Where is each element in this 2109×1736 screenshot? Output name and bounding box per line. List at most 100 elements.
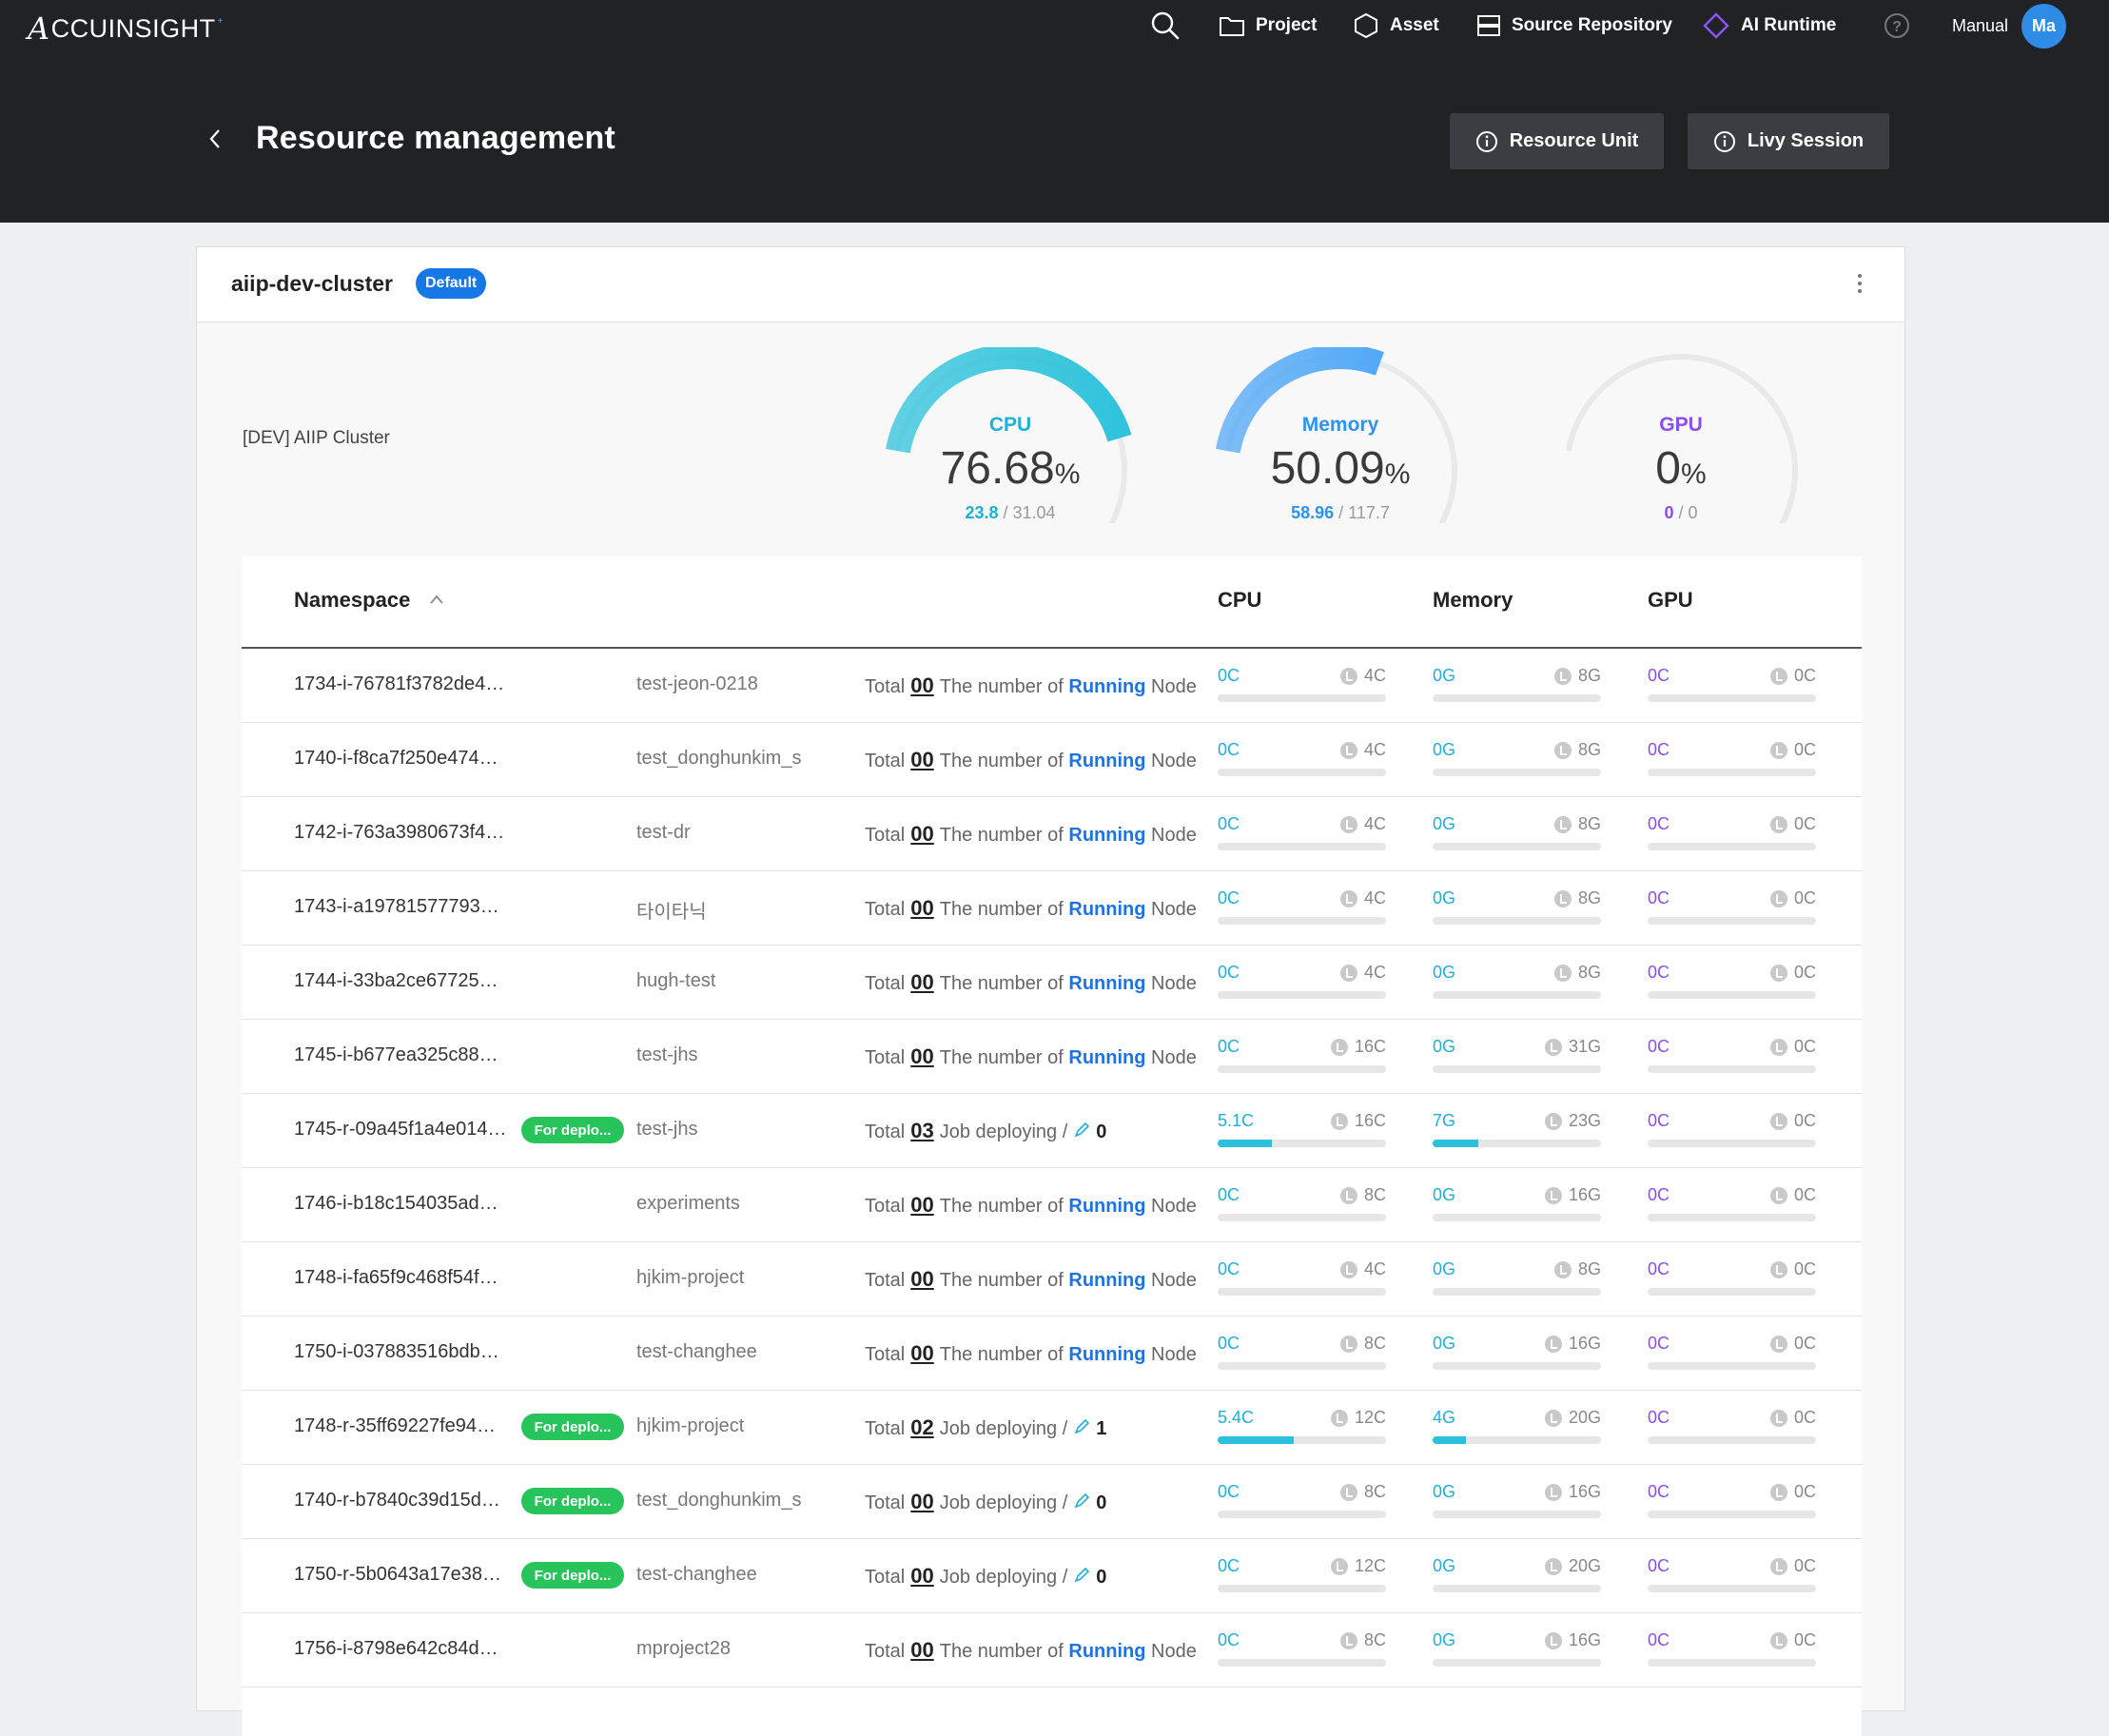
manual-link[interactable]: Manual <box>1952 16 2008 36</box>
mem-used: 0G <box>1433 814 1456 833</box>
total-count[interactable]: 00 <box>910 896 933 920</box>
limit-icon <box>1339 1260 1357 1278</box>
namespace-id[interactable]: 1734-i-76781f3782de4… <box>294 673 504 695</box>
table-row[interactable]: 1746-i-b18c154035ad… experiments Total 00 Th… <box>242 1168 1862 1242</box>
mem-usage-bar <box>1433 1065 1601 1073</box>
table-row[interactable]: 1745-r-09a45f1a4e014… For deplo... test-jh… <box>242 1094 1862 1168</box>
total-count[interactable]: 00 <box>910 748 933 771</box>
namespace-id[interactable]: 1740-r-b7840c39d15d… <box>294 1490 500 1512</box>
deploy-count: 1 <box>1096 1418 1107 1439</box>
help-button[interactable]: ? <box>1884 6 1921 46</box>
table-row[interactable]: 1742-i-763a3980673f4… test-dr Total 00 The n… <box>242 797 1862 871</box>
nav-ai-runtime[interactable]: AI Runtime <box>1702 6 1836 46</box>
namespace-id[interactable]: 1740-i-f8ca7f250e474… <box>294 748 498 770</box>
table-row[interactable]: 1750-r-5b0643a17e38… For deplo... test-cha… <box>242 1539 1862 1613</box>
cluster-name: aiip-dev-cluster <box>231 271 393 296</box>
nav-project-label: Project <box>1256 15 1318 35</box>
user-menu[interactable]: Manual Ma <box>1952 3 2067 49</box>
back-button[interactable] <box>205 127 227 150</box>
cpu-usage: 0C 4C <box>1218 888 1386 927</box>
mem-usage-fill <box>1433 1140 1478 1147</box>
table-row[interactable]: 1756-i-8798e642c84d… mproject28 Total 00 The… <box>242 1613 1862 1687</box>
limit-icon <box>1544 1409 1562 1427</box>
namespace-id[interactable]: 1745-r-09a45f1a4e014… <box>294 1119 507 1141</box>
cpu-usage-fill <box>1218 1140 1272 1147</box>
total-count[interactable]: 03 <box>910 1119 933 1142</box>
resource-unit-label: Resource Unit <box>1509 130 1639 151</box>
total-count[interactable]: 00 <box>910 970 933 994</box>
namespace-id[interactable]: 1744-i-33ba2ce67725… <box>294 970 498 992</box>
total-count[interactable]: 00 <box>910 1193 933 1217</box>
total-count[interactable]: 00 <box>910 1267 933 1291</box>
table-row[interactable]: 1744-i-33ba2ce67725… hugh-test Total 00 The … <box>242 946 1862 1020</box>
table-row[interactable]: 1750-i-037883516bdb… test-changhee Total 00… <box>242 1317 1862 1391</box>
namespace-id[interactable]: 1748-r-35ff69227fe94… <box>294 1415 496 1437</box>
resource-unit-button[interactable]: Resource Unit <box>1450 113 1664 169</box>
mem-usage-bar <box>1433 1140 1601 1147</box>
search-button[interactable] <box>1150 6 1191 46</box>
namespace-id[interactable]: 1748-i-fa65f9c468f54f… <box>294 1267 498 1289</box>
gpu-used: 0C <box>1648 1037 1670 1056</box>
top-header: A CCUINSIGHT + Project Asset Source Repo… <box>0 0 2109 223</box>
table-row[interactable]: 1734-i-76781f3782de4… test-jeon-0218 Total… <box>242 649 1862 723</box>
nav-project[interactable]: Project <box>1219 6 1317 46</box>
limit-icon <box>1544 1112 1562 1130</box>
table-row[interactable]: 1748-r-35ff69227fe94… For deplo... hjkim-p… <box>242 1391 1862 1465</box>
namespace-id[interactable]: 1750-r-5b0643a17e38… <box>294 1564 501 1586</box>
mem-limit: 16G <box>1544 1630 1601 1650</box>
total-count[interactable]: 00 <box>910 822 933 846</box>
mem-usage: 0G 16G <box>1433 1630 1601 1668</box>
mem-limit: 23G <box>1544 1111 1601 1131</box>
gpu-usage: 0C 0C <box>1648 1408 1816 1446</box>
table-row[interactable]: 1740-r-b7840c39d15d… For deplo... test_don… <box>242 1465 1862 1539</box>
namespace-id[interactable]: 1746-i-b18c154035ad… <box>294 1193 498 1215</box>
for-deploy-badge: For deplo... <box>521 1562 624 1589</box>
cpu-limit: 4C <box>1339 814 1386 834</box>
mem-used: 0G <box>1433 1259 1456 1278</box>
limit-icon <box>1339 1335 1357 1353</box>
limit-icon <box>1553 964 1572 982</box>
mem-used: 0G <box>1433 1482 1456 1501</box>
accuinsight-logo[interactable]: A CCUINSIGHT + <box>28 10 224 48</box>
total-count[interactable]: 02 <box>910 1415 933 1439</box>
table-row[interactable]: 1748-i-fa65f9c468f54f… hjkim-project Total… <box>242 1242 1862 1317</box>
mem-usage: 0G 16G <box>1433 1185 1601 1223</box>
namespace-id[interactable]: 1745-i-b677ea325c88… <box>294 1044 498 1066</box>
sort-ascending-icon[interactable] <box>429 593 444 610</box>
cpu-usage-bar <box>1218 1214 1386 1221</box>
total-count[interactable]: 00 <box>910 1564 933 1588</box>
project-name: experiments <box>636 1193 740 1214</box>
mem-used: 7G <box>1433 1111 1456 1130</box>
namespace-id[interactable]: 1756-i-8798e642c84d… <box>294 1638 498 1660</box>
table-row[interactable]: 1745-i-b677ea325c88… test-jhs Total 00 The n… <box>242 1020 1862 1094</box>
nav-source-repository[interactable]: Source Repository <box>1476 6 1672 46</box>
memory-column-header: Memory <box>1433 588 1513 612</box>
total-count[interactable]: 00 <box>910 1341 933 1365</box>
cpu-gauge-fill <box>886 347 1132 454</box>
total-count[interactable]: 00 <box>910 673 933 697</box>
gpu-usage: 0C 0C <box>1648 1556 1816 1594</box>
namespace-id[interactable]: 1750-i-037883516bdb… <box>294 1341 499 1363</box>
total-count[interactable]: 00 <box>910 1490 933 1513</box>
folder-icon <box>1219 14 1245 37</box>
namespace-column-header[interactable]: Namespace <box>294 588 410 613</box>
limit-icon <box>1769 667 1787 685</box>
memory-gauge: Memory 50.09% 58.96 / 117.7 <box>1207 347 1474 523</box>
page-title: Resource management <box>256 120 615 156</box>
cpu-usage: 5.1C 16C <box>1218 1111 1386 1149</box>
table-row[interactable]: 1743-i-a19781577793… 타이타닉 Total 00 The numbe… <box>242 871 1862 946</box>
cpu-limit: 12C <box>1330 1408 1386 1428</box>
mem-usage: 0G 8G <box>1433 814 1601 852</box>
namespace-id[interactable]: 1742-i-763a3980673f4… <box>294 822 504 844</box>
avatar[interactable]: Ma <box>2021 3 2067 49</box>
livy-session-button[interactable]: Livy Session <box>1688 113 1889 169</box>
more-options-icon[interactable] <box>1856 272 1864 295</box>
table-row[interactable]: 1740-i-f8ca7f250e474… test_donghunkim_s To… <box>242 723 1862 797</box>
mem-limit: 8G <box>1553 888 1601 908</box>
limit-icon <box>1339 1483 1357 1501</box>
namespace-id[interactable]: 1743-i-a19781577793… <box>294 896 499 918</box>
total-count[interactable]: 00 <box>910 1044 933 1068</box>
gpu-gauge-usage: 0 / 0 <box>1664 503 1698 522</box>
nav-asset[interactable]: Asset <box>1353 6 1439 46</box>
total-count[interactable]: 00 <box>910 1638 933 1662</box>
